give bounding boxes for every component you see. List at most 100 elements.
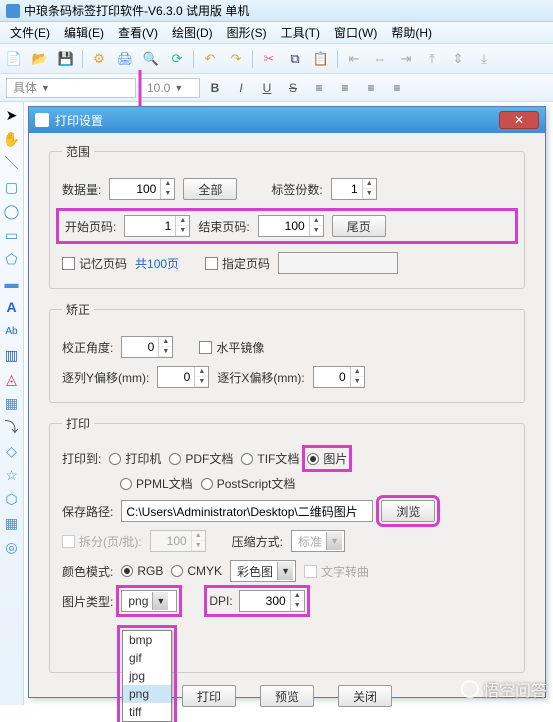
hexagon-icon[interactable]: ⬡ — [3, 490, 21, 508]
radio-postscript[interactable]: PostScript文档 — [201, 475, 296, 492]
underline-button[interactable]: U — [256, 78, 278, 98]
paste-icon[interactable]: 📋 — [311, 49, 331, 69]
x-offset-field[interactable]: ▲▼ — [313, 366, 365, 388]
settings-icon[interactable]: ⚙ — [89, 49, 109, 69]
cut-icon[interactable]: ✂ — [259, 49, 279, 69]
redo-icon[interactable]: ↷ — [226, 49, 246, 69]
align-top-icon[interactable]: ⤒ — [422, 49, 442, 69]
align-center-text-icon[interactable]: ≡ — [334, 78, 356, 98]
dialog-close-button[interactable]: ✕ — [499, 111, 539, 129]
spinner[interactable]: ▲▼ — [175, 216, 189, 236]
y-offset-input[interactable] — [158, 367, 194, 387]
text-a-icon[interactable]: A — [3, 298, 21, 316]
undo-icon[interactable]: ↶ — [200, 49, 220, 69]
star-icon[interactable]: ☆ — [3, 466, 21, 484]
all-button[interactable]: 全部 — [183, 178, 237, 200]
menu-view[interactable]: 查看(V) — [112, 22, 164, 43]
end-page-field[interactable]: ▲▼ — [258, 215, 324, 237]
copy-icon[interactable]: ⧉ — [285, 49, 305, 69]
specify-page-checkbox[interactable]: 指定页码 — [205, 255, 270, 272]
mirror-checkbox[interactable]: 水平镜像 — [199, 339, 264, 356]
save-path-input[interactable] — [121, 500, 373, 522]
radio-pdf[interactable]: PDF文档 — [169, 450, 233, 467]
menu-shape[interactable]: 图形(S) — [221, 22, 273, 43]
image-icon[interactable]: ▦ — [3, 394, 21, 412]
radio-image[interactable]: 图片 — [307, 450, 347, 467]
dropdown-item-gif[interactable]: gif — [123, 649, 171, 667]
preview-button[interactable]: 预览 — [260, 685, 314, 707]
save-icon[interactable]: 💾 — [56, 49, 76, 69]
pointer-icon[interactable]: ➤ — [3, 106, 21, 124]
rounded-rect-icon[interactable]: ▢ — [3, 178, 21, 196]
align-left-icon[interactable]: ⇤ — [344, 49, 364, 69]
rect-icon[interactable]: ▭ — [3, 226, 21, 244]
line-icon[interactable]: ＼ — [3, 154, 21, 172]
radio-cmyk[interactable]: CMYK — [171, 564, 222, 578]
menu-window[interactable]: 窗口(W) — [328, 22, 383, 43]
dpi-input[interactable] — [240, 591, 290, 611]
data-amount-field[interactable]: ▲▼ — [109, 178, 175, 200]
copies-field[interactable]: ▲▼ — [331, 178, 377, 200]
print-icon[interactable]: 🖨 — [115, 49, 135, 69]
last-page-button[interactable]: 尾页 — [332, 215, 386, 237]
color-image-select[interactable]: 彩色图▼ — [230, 560, 296, 582]
image-type-select[interactable]: png▼ — [121, 590, 177, 612]
menu-draw[interactable]: 绘图(D) — [166, 22, 219, 43]
dropdown-item-tiff[interactable]: tiff — [123, 703, 171, 721]
grid-icon[interactable]: ▦ — [3, 514, 21, 532]
zoom-icon[interactable]: 🔍 — [141, 49, 161, 69]
barcode-icon[interactable]: ▥ — [3, 346, 21, 364]
open-icon[interactable]: 📂 — [30, 49, 50, 69]
copies-input[interactable] — [332, 179, 362, 199]
diamond-icon[interactable]: ◇ — [3, 442, 21, 460]
align-justify-text-icon[interactable]: ≡ — [386, 78, 408, 98]
start-page-field[interactable]: ▲▼ — [124, 215, 190, 237]
size-combo[interactable]: 10.0▼ — [140, 78, 200, 98]
spinner[interactable]: ▲▼ — [309, 216, 323, 236]
data-amount-input[interactable] — [110, 179, 160, 199]
curve-icon[interactable]: ⤵ — [3, 418, 21, 436]
align-right-icon[interactable]: ⇥ — [396, 49, 416, 69]
radio-rgb[interactable]: RGB — [121, 564, 163, 578]
angle-field[interactable]: ▲▼ — [121, 336, 173, 358]
spinner[interactable]: ▲▼ — [194, 367, 208, 387]
polygon-icon[interactable]: ⬠ — [3, 250, 21, 268]
spinner[interactable]: ▲▼ — [290, 591, 304, 611]
align-right-text-icon[interactable]: ≡ — [360, 78, 382, 98]
dpi-field[interactable]: ▲▼ — [239, 590, 305, 612]
spinner[interactable]: ▲▼ — [160, 179, 174, 199]
filled-rect-icon[interactable]: ▬ — [3, 274, 21, 292]
dropdown-item-bmp[interactable]: bmp — [123, 631, 171, 649]
print-button[interactable]: 打印 — [182, 685, 236, 707]
menu-file[interactable]: 文件(E) — [4, 22, 56, 43]
spinner[interactable]: ▲▼ — [158, 337, 172, 357]
font-combo[interactable]: 具体▼ — [6, 78, 136, 98]
angle-input[interactable] — [122, 337, 158, 357]
text-ab-icon[interactable]: Ab — [3, 322, 21, 340]
menu-edit[interactable]: 编辑(E) — [58, 22, 110, 43]
align-bottom-icon[interactable]: ⤓ — [474, 49, 494, 69]
radio-ppml[interactable]: PPML文档 — [120, 475, 193, 492]
start-page-input[interactable] — [125, 216, 175, 236]
circle-ring-icon[interactable]: ◎ — [3, 538, 21, 556]
refresh-icon[interactable]: ⟳ — [167, 49, 187, 69]
radio-tif[interactable]: TIF文档 — [241, 450, 299, 467]
align-middle-icon[interactable]: ⇕ — [448, 49, 468, 69]
radio-printer[interactable]: 打印机 — [109, 450, 161, 467]
y-offset-field[interactable]: ▲▼ — [157, 366, 209, 388]
dropdown-item-png[interactable]: png — [123, 685, 171, 703]
strike-button[interactable]: S — [282, 78, 304, 98]
dropdown-item-jpg[interactable]: jpg — [123, 667, 171, 685]
italic-button[interactable]: I — [230, 78, 252, 98]
bold-button[interactable]: B — [204, 78, 226, 98]
align-center-icon[interactable]: ⇔ — [370, 49, 390, 69]
new-icon[interactable]: 📄 — [4, 49, 24, 69]
browse-button[interactable]: 浏览 — [381, 500, 435, 522]
x-offset-input[interactable] — [314, 367, 350, 387]
image-type-dropdown[interactable]: bmp gif jpg png tiff — [122, 630, 172, 722]
menu-help[interactable]: 帮助(H) — [385, 22, 438, 43]
close-button[interactable]: 关闭 — [338, 685, 392, 707]
remember-page-checkbox[interactable]: 记忆页码 — [62, 255, 127, 272]
ellipse-icon[interactable]: ◯ — [3, 202, 21, 220]
align-left-text-icon[interactable]: ≡ — [308, 78, 330, 98]
